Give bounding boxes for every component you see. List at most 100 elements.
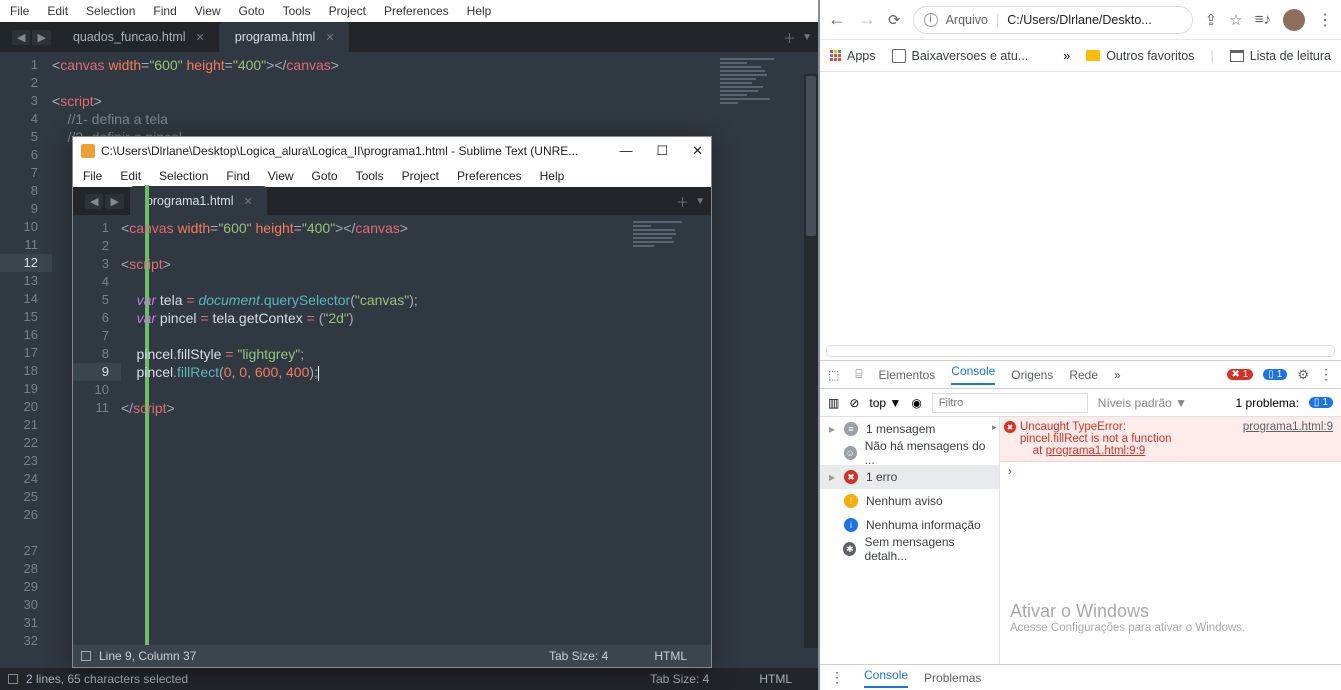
url-scheme: Arquivo	[946, 13, 988, 27]
menu-file[interactable]: File	[83, 169, 102, 183]
clear-console-icon[interactable]: ⊘	[849, 396, 859, 410]
sidebar-verbose[interactable]: ✱Sem mensagens detalh...	[820, 537, 999, 561]
apps-button[interactable]: Apps	[830, 49, 876, 63]
menu-project[interactable]: Project	[329, 4, 366, 18]
error-source-link[interactable]: programa1.html:9	[1243, 421, 1333, 433]
menu-goto[interactable]: Goto	[312, 169, 338, 183]
other-bookmarks[interactable]: Outros favoritos	[1086, 49, 1194, 63]
live-expression-icon[interactable]: ◉	[911, 396, 921, 410]
menu-edit[interactable]: Edit	[47, 4, 68, 18]
tab-network[interactable]: Rede	[1069, 368, 1098, 382]
inspect-icon[interactable]: ⬚	[828, 368, 839, 382]
minimap[interactable]	[720, 58, 810, 138]
error-count-badge[interactable]: ✖ 1	[1227, 369, 1254, 380]
status-tabsize[interactable]: Tab Size: 4	[650, 672, 709, 686]
new-tab-icon[interactable]: ＋	[783, 28, 796, 47]
tab-sources[interactable]: Origens	[1011, 368, 1053, 382]
console-error[interactable]: ✖ ▸ programa1.html:9 Uncaught TypeError:…	[1000, 417, 1341, 462]
menu-file[interactable]: File	[10, 4, 29, 18]
minimap[interactable]	[633, 221, 703, 271]
reading-icon	[1230, 50, 1244, 62]
close-icon[interactable]: ✕	[243, 195, 252, 208]
tab-programa[interactable]: programa.html✕	[219, 22, 349, 52]
forward-button[interactable]: →	[858, 9, 876, 30]
menu-find[interactable]: Find	[153, 4, 176, 18]
back-button[interactable]: ←	[828, 9, 846, 30]
minimize-button[interactable]: —	[619, 143, 632, 159]
menu-project[interactable]: Project	[402, 169, 439, 183]
selection-icon	[81, 651, 91, 661]
sidebar-info[interactable]: iNenhuma informação	[820, 513, 999, 537]
levels-selector[interactable]: Níveis padrão ▼	[1098, 396, 1187, 410]
menu-selection[interactable]: Selection	[86, 4, 135, 18]
tab-quados[interactable]: quados_funcao.html✕	[57, 22, 219, 52]
console-sidebar: ▸≡1 mensagem ☺Não há mensagens do ... ▸✖…	[820, 417, 1000, 664]
menu-edit[interactable]: Edit	[120, 169, 141, 183]
nav-fwd[interactable]: ▶	[105, 194, 123, 209]
tab-elements[interactable]: Elementos	[879, 368, 936, 382]
info-icon[interactable]: i	[924, 13, 938, 27]
error-location-link[interactable]: programa1.html:9:9	[1046, 445, 1146, 457]
reading-list[interactable]: Lista de leitura	[1230, 49, 1331, 63]
menu-find[interactable]: Find	[226, 169, 249, 183]
drawer-menu[interactable]: ⋮	[830, 669, 844, 686]
sidebar-errors[interactable]: ▸✖1 erro	[820, 465, 999, 489]
drawer-tab-problems[interactable]: Problemas	[924, 671, 981, 685]
code-content[interactable]: <canvas width="600" height="400"></canva…	[121, 219, 418, 417]
status-language[interactable]: HTML	[759, 672, 792, 686]
tab-dropdown-icon[interactable]: ▼	[695, 196, 705, 207]
console-output[interactable]: ✖ ▸ programa1.html:9 Uncaught TypeError:…	[1000, 417, 1341, 664]
settings-icon[interactable]: ⚙	[1297, 367, 1309, 383]
tab-dropdown-icon[interactable]: ▼	[802, 32, 812, 43]
playlist-icon[interactable]: ≡♪	[1255, 11, 1271, 28]
tabs-overflow[interactable]: »	[1114, 368, 1121, 382]
address-bar[interactable]: i Arquivo | C:/Users/Dlrlane/Deskto...	[913, 6, 1193, 34]
menu-help[interactable]: Help	[467, 4, 492, 18]
reload-button[interactable]: ⟳	[888, 11, 901, 29]
code-content[interactable]: <canvas width="600" height="400"></canva…	[52, 56, 339, 146]
profile-avatar[interactable]	[1283, 9, 1305, 31]
nav-back[interactable]: ◀	[12, 30, 30, 45]
menu-tools[interactable]: Tools	[283, 4, 311, 18]
share-icon[interactable]: ⇪	[1205, 11, 1218, 29]
bookmark-baixar[interactable]: Baixaversoes e atu...	[892, 49, 1029, 63]
close-button[interactable]: ✕	[692, 143, 703, 159]
status-language[interactable]: HTML	[654, 649, 687, 663]
drawer-tab-console[interactable]: Console	[864, 668, 908, 688]
menu-help[interactable]: Help	[540, 169, 565, 183]
label: 1 erro	[866, 470, 897, 484]
message-count-badge[interactable]: ▯ 1	[1263, 369, 1287, 380]
menu-goto[interactable]: Goto	[239, 4, 265, 18]
problem-badge[interactable]: ▯ 1	[1309, 397, 1333, 408]
device-icon[interactable]: ⌸	[855, 367, 862, 382]
maximize-button[interactable]: ☐	[656, 143, 668, 159]
sidebar-user[interactable]: ☺Não há mensagens do ...	[820, 441, 999, 465]
context-selector[interactable]: top ▼	[869, 396, 901, 410]
label: Baixaversoes e atu...	[912, 49, 1029, 63]
close-icon[interactable]: ✕	[196, 31, 205, 44]
sidebar-messages[interactable]: ▸≡1 mensagem	[820, 417, 999, 441]
sidebar-toggle-icon[interactable]: ▥	[828, 396, 839, 410]
sidebar-warnings[interactable]: !Nenhum aviso	[820, 489, 999, 513]
close-icon[interactable]: ✕	[325, 31, 334, 44]
console-prompt[interactable]: ›	[1000, 462, 1341, 482]
title-bar[interactable]: C:\Users\Dlrlane\Desktop\Logica_alura\Lo…	[73, 137, 711, 165]
nav-back[interactable]: ◀	[85, 194, 103, 209]
tab-programa1[interactable]: programa1.html✕	[130, 186, 267, 216]
scrollbar[interactable]	[804, 74, 818, 648]
menu-selection[interactable]: Selection	[159, 169, 208, 183]
status-tabsize[interactable]: Tab Size: 4	[549, 649, 608, 663]
chrome-menu[interactable]: ⋮	[1317, 10, 1333, 30]
menu-tools[interactable]: Tools	[356, 169, 384, 183]
menu-preferences[interactable]: Preferences	[457, 169, 522, 183]
new-tab-icon[interactable]: ＋	[676, 192, 689, 211]
star-icon[interactable]: ☆	[1229, 11, 1242, 29]
tab-console[interactable]: Console	[951, 364, 995, 385]
overflow-icon[interactable]: »	[1063, 49, 1070, 63]
menu-view[interactable]: View	[268, 169, 294, 183]
menu-preferences[interactable]: Preferences	[384, 4, 449, 18]
menu-view[interactable]: View	[195, 4, 221, 18]
devtools-menu[interactable]: ⋮	[1319, 366, 1333, 383]
filter-input[interactable]	[932, 393, 1088, 413]
nav-fwd[interactable]: ▶	[32, 30, 50, 45]
